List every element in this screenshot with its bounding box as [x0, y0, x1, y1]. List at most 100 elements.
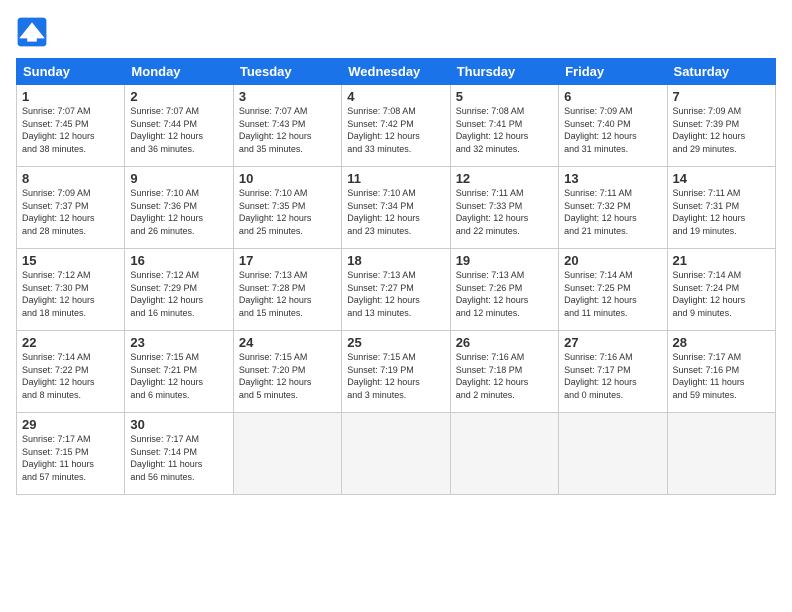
calendar-cell: 9Sunrise: 7:10 AM Sunset: 7:36 PM Daylig…: [125, 167, 233, 249]
calendar-cell: 14Sunrise: 7:11 AM Sunset: 7:31 PM Dayli…: [667, 167, 775, 249]
day-info: Sunrise: 7:14 AM Sunset: 7:24 PM Dayligh…: [673, 269, 770, 319]
calendar-cell: 22Sunrise: 7:14 AM Sunset: 7:22 PM Dayli…: [17, 331, 125, 413]
calendar-cell: [450, 413, 558, 495]
day-number: 14: [673, 171, 770, 186]
calendar-cell: 5Sunrise: 7:08 AM Sunset: 7:41 PM Daylig…: [450, 85, 558, 167]
day-number: 5: [456, 89, 553, 104]
day-info: Sunrise: 7:11 AM Sunset: 7:33 PM Dayligh…: [456, 187, 553, 237]
logo: [16, 16, 52, 48]
calendar-cell: [667, 413, 775, 495]
calendar-week-1: 1Sunrise: 7:07 AM Sunset: 7:45 PM Daylig…: [17, 85, 776, 167]
calendar-cell: 17Sunrise: 7:13 AM Sunset: 7:28 PM Dayli…: [233, 249, 341, 331]
day-info: Sunrise: 7:16 AM Sunset: 7:17 PM Dayligh…: [564, 351, 661, 401]
day-number: 4: [347, 89, 444, 104]
day-number: 13: [564, 171, 661, 186]
calendar-cell: 28Sunrise: 7:17 AM Sunset: 7:16 PM Dayli…: [667, 331, 775, 413]
day-info: Sunrise: 7:10 AM Sunset: 7:36 PM Dayligh…: [130, 187, 227, 237]
day-number: 7: [673, 89, 770, 104]
day-number: 9: [130, 171, 227, 186]
weekday-friday: Friday: [559, 59, 667, 85]
day-info: Sunrise: 7:08 AM Sunset: 7:42 PM Dayligh…: [347, 105, 444, 155]
weekday-thursday: Thursday: [450, 59, 558, 85]
calendar-week-2: 8Sunrise: 7:09 AM Sunset: 7:37 PM Daylig…: [17, 167, 776, 249]
day-info: Sunrise: 7:07 AM Sunset: 7:44 PM Dayligh…: [130, 105, 227, 155]
calendar-cell: 20Sunrise: 7:14 AM Sunset: 7:25 PM Dayli…: [559, 249, 667, 331]
calendar-cell: 26Sunrise: 7:16 AM Sunset: 7:18 PM Dayli…: [450, 331, 558, 413]
calendar-week-5: 29Sunrise: 7:17 AM Sunset: 7:15 PM Dayli…: [17, 413, 776, 495]
day-info: Sunrise: 7:11 AM Sunset: 7:31 PM Dayligh…: [673, 187, 770, 237]
calendar-cell: 29Sunrise: 7:17 AM Sunset: 7:15 PM Dayli…: [17, 413, 125, 495]
day-number: 8: [22, 171, 119, 186]
calendar-cell: [559, 413, 667, 495]
calendar-cell: 2Sunrise: 7:07 AM Sunset: 7:44 PM Daylig…: [125, 85, 233, 167]
calendar-cell: 27Sunrise: 7:16 AM Sunset: 7:17 PM Dayli…: [559, 331, 667, 413]
day-info: Sunrise: 7:09 AM Sunset: 7:39 PM Dayligh…: [673, 105, 770, 155]
day-info: Sunrise: 7:14 AM Sunset: 7:25 PM Dayligh…: [564, 269, 661, 319]
calendar-cell: 8Sunrise: 7:09 AM Sunset: 7:37 PM Daylig…: [17, 167, 125, 249]
day-number: 15: [22, 253, 119, 268]
calendar-week-4: 22Sunrise: 7:14 AM Sunset: 7:22 PM Dayli…: [17, 331, 776, 413]
day-number: 22: [22, 335, 119, 350]
day-info: Sunrise: 7:12 AM Sunset: 7:29 PM Dayligh…: [130, 269, 227, 319]
day-number: 27: [564, 335, 661, 350]
weekday-monday: Monday: [125, 59, 233, 85]
calendar-cell: [233, 413, 341, 495]
day-info: Sunrise: 7:15 AM Sunset: 7:20 PM Dayligh…: [239, 351, 336, 401]
calendar-cell: 6Sunrise: 7:09 AM Sunset: 7:40 PM Daylig…: [559, 85, 667, 167]
calendar-cell: 12Sunrise: 7:11 AM Sunset: 7:33 PM Dayli…: [450, 167, 558, 249]
calendar-table: SundayMondayTuesdayWednesdayThursdayFrid…: [16, 58, 776, 495]
weekday-tuesday: Tuesday: [233, 59, 341, 85]
day-info: Sunrise: 7:13 AM Sunset: 7:28 PM Dayligh…: [239, 269, 336, 319]
day-number: 25: [347, 335, 444, 350]
day-info: Sunrise: 7:13 AM Sunset: 7:27 PM Dayligh…: [347, 269, 444, 319]
day-number: 17: [239, 253, 336, 268]
calendar-cell: 15Sunrise: 7:12 AM Sunset: 7:30 PM Dayli…: [17, 249, 125, 331]
day-info: Sunrise: 7:15 AM Sunset: 7:21 PM Dayligh…: [130, 351, 227, 401]
weekday-saturday: Saturday: [667, 59, 775, 85]
calendar-cell: 10Sunrise: 7:10 AM Sunset: 7:35 PM Dayli…: [233, 167, 341, 249]
calendar-cell: 4Sunrise: 7:08 AM Sunset: 7:42 PM Daylig…: [342, 85, 450, 167]
calendar-cell: 24Sunrise: 7:15 AM Sunset: 7:20 PM Dayli…: [233, 331, 341, 413]
weekday-header-row: SundayMondayTuesdayWednesdayThursdayFrid…: [17, 59, 776, 85]
day-info: Sunrise: 7:07 AM Sunset: 7:43 PM Dayligh…: [239, 105, 336, 155]
day-number: 29: [22, 417, 119, 432]
calendar-cell: 13Sunrise: 7:11 AM Sunset: 7:32 PM Dayli…: [559, 167, 667, 249]
day-info: Sunrise: 7:17 AM Sunset: 7:15 PM Dayligh…: [22, 433, 119, 483]
header: [16, 16, 776, 48]
calendar-cell: 1Sunrise: 7:07 AM Sunset: 7:45 PM Daylig…: [17, 85, 125, 167]
day-number: 1: [22, 89, 119, 104]
calendar-cell: 7Sunrise: 7:09 AM Sunset: 7:39 PM Daylig…: [667, 85, 775, 167]
day-number: 2: [130, 89, 227, 104]
day-info: Sunrise: 7:10 AM Sunset: 7:35 PM Dayligh…: [239, 187, 336, 237]
day-info: Sunrise: 7:16 AM Sunset: 7:18 PM Dayligh…: [456, 351, 553, 401]
weekday-wednesday: Wednesday: [342, 59, 450, 85]
day-number: 20: [564, 253, 661, 268]
day-number: 11: [347, 171, 444, 186]
calendar-cell: 3Sunrise: 7:07 AM Sunset: 7:43 PM Daylig…: [233, 85, 341, 167]
day-info: Sunrise: 7:17 AM Sunset: 7:14 PM Dayligh…: [130, 433, 227, 483]
calendar-cell: 25Sunrise: 7:15 AM Sunset: 7:19 PM Dayli…: [342, 331, 450, 413]
calendar-week-3: 15Sunrise: 7:12 AM Sunset: 7:30 PM Dayli…: [17, 249, 776, 331]
day-number: 3: [239, 89, 336, 104]
day-info: Sunrise: 7:09 AM Sunset: 7:37 PM Dayligh…: [22, 187, 119, 237]
day-info: Sunrise: 7:08 AM Sunset: 7:41 PM Dayligh…: [456, 105, 553, 155]
day-number: 21: [673, 253, 770, 268]
day-info: Sunrise: 7:07 AM Sunset: 7:45 PM Dayligh…: [22, 105, 119, 155]
day-info: Sunrise: 7:10 AM Sunset: 7:34 PM Dayligh…: [347, 187, 444, 237]
calendar-cell: [342, 413, 450, 495]
day-number: 12: [456, 171, 553, 186]
weekday-sunday: Sunday: [17, 59, 125, 85]
day-number: 10: [239, 171, 336, 186]
calendar-cell: 19Sunrise: 7:13 AM Sunset: 7:26 PM Dayli…: [450, 249, 558, 331]
day-info: Sunrise: 7:14 AM Sunset: 7:22 PM Dayligh…: [22, 351, 119, 401]
day-info: Sunrise: 7:15 AM Sunset: 7:19 PM Dayligh…: [347, 351, 444, 401]
day-number: 30: [130, 417, 227, 432]
calendar-cell: 16Sunrise: 7:12 AM Sunset: 7:29 PM Dayli…: [125, 249, 233, 331]
day-info: Sunrise: 7:12 AM Sunset: 7:30 PM Dayligh…: [22, 269, 119, 319]
logo-icon: [16, 16, 48, 48]
calendar-cell: 18Sunrise: 7:13 AM Sunset: 7:27 PM Dayli…: [342, 249, 450, 331]
day-number: 28: [673, 335, 770, 350]
day-number: 19: [456, 253, 553, 268]
day-number: 6: [564, 89, 661, 104]
calendar-cell: 30Sunrise: 7:17 AM Sunset: 7:14 PM Dayli…: [125, 413, 233, 495]
